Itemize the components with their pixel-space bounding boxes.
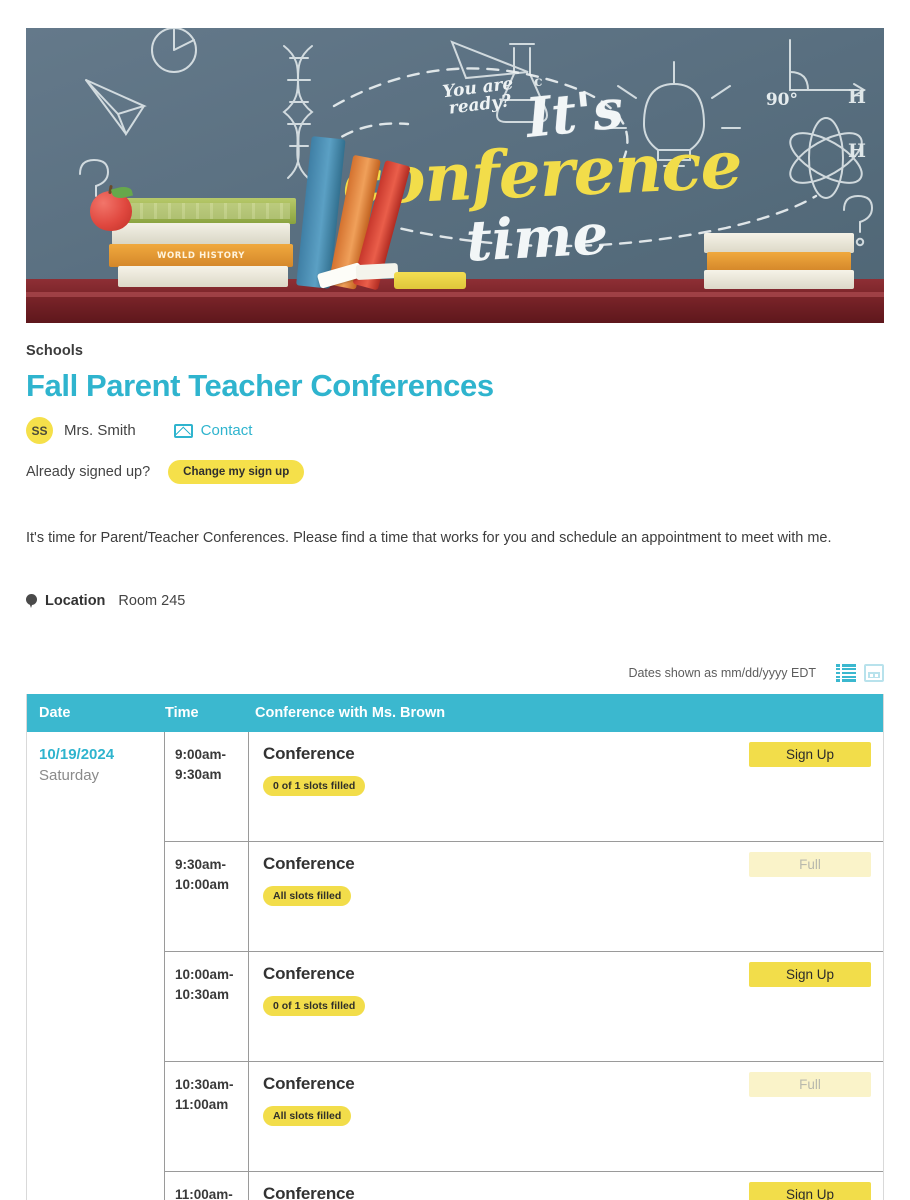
slot-body: Conference 0 of 1 slots filled Sign Up <box>249 952 883 1061</box>
list-view-icon[interactable] <box>836 664 856 682</box>
schedule-table: Date Time Conference with Ms. Brown 10/1… <box>26 694 884 1200</box>
slot-time: 11:00am- 11:30am <box>165 1172 249 1200</box>
status-badge: 0 of 1 slots filled <box>263 996 366 1016</box>
conference-banner-image: You are ready? It's conference time 90° … <box>26 28 884 323</box>
table-row: 11:00am- 11:30am Conference 0 of 1 slots… <box>165 1172 883 1200</box>
book-stack-right <box>704 233 854 289</box>
schedule-body: 10/19/2024 Saturday 9:00am- 9:30am Confe… <box>27 732 883 1200</box>
schedule-header-row: Date Time Conference with Ms. Brown <box>27 694 883 732</box>
slot-time-end: 11:00am <box>175 1097 229 1113</box>
full-button: Full <box>749 852 871 877</box>
column-header-date: Date <box>39 705 71 721</box>
status-badge: 0 of 1 slots filled <box>263 776 366 796</box>
page-content: Schools Fall Parent Teacher Conferences … <box>26 343 884 609</box>
location-row: Location Room 245 <box>26 593 884 609</box>
slot-time: 9:30am- 10:00am <box>165 842 249 951</box>
slot-time-end: 10:00am <box>175 877 230 893</box>
event-description: It's time for Parent/Teacher Conferences… <box>26 530 832 546</box>
author-byline: SS Mrs. Smith Contact <box>26 417 884 444</box>
slot-time-start: 11:00am- <box>175 1187 233 1200</box>
contact-link[interactable]: Contact <box>173 422 253 439</box>
slot-time-start: 9:00am- <box>175 747 227 762</box>
date-weekday: Saturday <box>39 767 100 784</box>
eraser <box>394 272 466 289</box>
table-row: 10:30am- 11:00am Conference All slots fi… <box>165 1062 883 1172</box>
schedule-toolbar: Dates shown as mm/dd/yyyy EDT <box>26 664 884 682</box>
sign-up-button[interactable]: Sign Up <box>749 1182 871 1200</box>
avatar: SS <box>26 417 53 444</box>
author-name: Mrs. Smith <box>64 422 136 439</box>
column-header-time: Time <box>165 705 199 721</box>
change-my-sign-up-button[interactable]: Change my sign up <box>168 460 305 484</box>
location-pin-icon <box>26 593 37 609</box>
slot-time-end: 10:30am <box>175 987 230 1003</box>
already-signed-up-row: Already signed up? Change my sign up <box>26 460 884 484</box>
timezone-note: Dates shown as mm/dd/yyyy EDT <box>628 666 816 680</box>
apple-icon <box>90 191 132 231</box>
slot-body: Conference All slots filled Full <box>249 842 883 951</box>
slot-time-start: 10:30am- <box>175 1077 234 1092</box>
chalk-piece-2 <box>355 262 399 281</box>
slot-time-start: 10:00am- <box>175 967 234 982</box>
table-row: 9:30am- 10:00am Conference All slots fil… <box>165 842 883 952</box>
sign-up-button[interactable]: Sign Up <box>749 742 871 767</box>
date-value[interactable]: 10/19/2024 <box>39 746 164 763</box>
world-history-book-label: WORLD HISTORY <box>156 250 246 261</box>
banner-angle-label: 90° <box>765 90 798 110</box>
slot-time: 9:00am- 9:30am <box>165 732 249 841</box>
page-title: Fall Parent Teacher Conferences <box>26 368 494 403</box>
status-badge: All slots filled <box>263 886 352 906</box>
full-button: Full <box>749 1072 871 1097</box>
slot-time-end: 9:30am <box>175 767 222 783</box>
slot-time: 10:00am- 10:30am <box>165 952 249 1061</box>
slot-rows: 9:00am- 9:30am Conference 0 of 1 slots f… <box>165 732 883 1200</box>
slot-body: Conference 0 of 1 slots filled Sign Up <box>249 732 883 841</box>
envelope-icon <box>173 423 193 438</box>
table-row: 10:00am- 10:30am Conference 0 of 1 slots… <box>165 952 883 1062</box>
slot-body: Conference All slots filled Full <box>249 1062 883 1171</box>
desk-edge <box>26 292 884 297</box>
already-signed-up-label: Already signed up? <box>26 464 151 480</box>
table-row: 9:00am- 9:30am Conference 0 of 1 slots f… <box>165 732 883 842</box>
status-badge: All slots filled <box>263 1106 352 1126</box>
calendar-view-icon[interactable] <box>864 664 884 682</box>
column-header-conference: Conference with Ms. Brown <box>255 705 446 721</box>
location-value: Room 245 <box>118 593 186 610</box>
breadcrumb[interactable]: Schools <box>26 343 884 359</box>
sign-up-button[interactable]: Sign Up <box>749 962 871 987</box>
book-stack-left: WORLD HISTORY <box>106 198 296 287</box>
slot-time: 10:30am- 11:00am <box>165 1062 249 1171</box>
banner-h-label-2: H <box>848 140 866 162</box>
location-label: Location <box>45 593 106 610</box>
date-cell: 10/19/2024 Saturday <box>27 732 165 1200</box>
slot-time-start: 9:30am- <box>175 857 227 872</box>
signup-page: You are ready? It's conference time 90° … <box>0 0 910 1200</box>
slot-body: Conference 0 of 1 slots filled Sign Up <box>249 1172 883 1200</box>
banner-c-label: c <box>534 74 543 90</box>
contact-label: Contact <box>200 422 253 439</box>
banner-h-label-1: H <box>848 86 866 108</box>
banner-time: time <box>464 201 610 275</box>
